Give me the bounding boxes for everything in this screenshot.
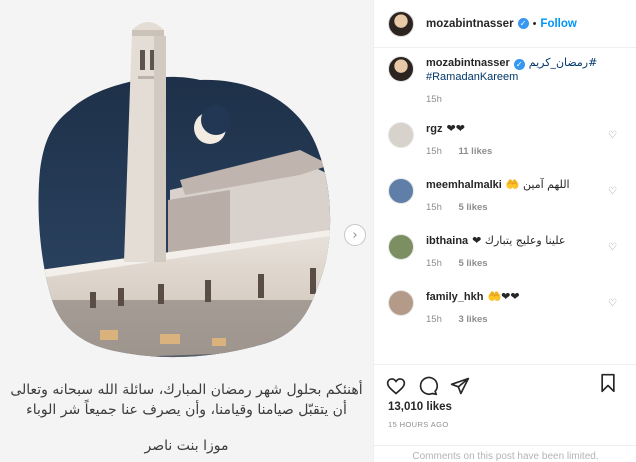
caption-arabic-hashtag[interactable]: #رمضان_كريم (529, 56, 598, 69)
author-username[interactable]: mozabintnasser (426, 18, 514, 30)
verified-badge-icon: ✓ (517, 18, 529, 29)
comment-text: mozabintnasser ✓ #رمضان_كريم #RamadanKaree… (426, 56, 616, 84)
comment-body: meemhalmalki اللهم آمين 🤲 15h 5 likes (426, 178, 616, 234)
comment-username[interactable]: rgz (426, 123, 443, 135)
comment-body: mozabintnasser ✓ #رمضان_كريم #RamadanKaree… (426, 56, 616, 122)
comment-content: علينا وعليج يتبارك ❤ (472, 234, 566, 247)
comment-body: family_hkh ❤❤🤲 15h 3 likes (426, 290, 616, 346)
image-caption: أهنئكم بحلول شهر رمضان المبارك، سائلة ال… (0, 380, 373, 420)
header-separator: • (532, 17, 537, 30)
comments-list: mozabintnasser ✓ #رمضان_كريم #RamadanKaree… (374, 56, 636, 346)
comment-text: rgz ❤❤ (426, 122, 616, 136)
comment-bubble-icon[interactable] (418, 376, 438, 396)
comment-content: ❤❤ (446, 122, 465, 135)
comment-meta: 15h 11 likes (426, 146, 616, 157)
follow-button[interactable]: Follow (540, 18, 576, 30)
share-send-icon[interactable] (450, 376, 470, 396)
comment-time[interactable]: 15h (426, 146, 442, 157)
author-avatar[interactable] (388, 56, 414, 82)
commenter-avatar[interactable] (388, 178, 414, 204)
post-date[interactable]: 15 HOURS AGO (374, 420, 636, 429)
comment-likes[interactable]: 11 likes (459, 146, 493, 157)
comment-content: ❤❤🤲 (487, 290, 520, 303)
comment-row: family_hkh ❤❤🤲 15h 3 likes ♡ (374, 290, 636, 346)
comment-like-heart-icon[interactable]: ♡ (608, 186, 617, 197)
comment-meta: 15h 5 likes (426, 258, 616, 269)
like-heart-icon[interactable] (386, 376, 406, 396)
comments-limited-notice: Comments on this post have been limited. (374, 445, 636, 462)
comment-username[interactable]: meemhalmalki (426, 179, 502, 191)
action-icons (374, 365, 636, 399)
commenter-avatar[interactable] (388, 122, 414, 148)
comment-row: meemhalmalki اللهم آمين 🤲 15h 5 likes ♡ (374, 178, 636, 234)
comment-body: rgz ❤❤ 15h 11 likes (426, 122, 616, 178)
author-avatar[interactable] (388, 10, 414, 37)
comment-time[interactable]: 15h (426, 202, 442, 213)
post-panel: mozabintnasser ✓ • Follow mozabintnasser… (373, 0, 636, 462)
next-media-button[interactable]: › (344, 224, 366, 246)
mosque-image (38, 22, 331, 358)
caption-comment: mozabintnasser ✓ #رمضان_كريم #RamadanKaree… (374, 56, 636, 122)
post-header: mozabintnasser ✓ • Follow (374, 0, 636, 48)
comment-like-heart-icon[interactable]: ♡ (608, 242, 617, 253)
comment-username[interactable]: family_hkh (426, 291, 483, 303)
image-signature: موزا بنت ناصر (144, 438, 229, 454)
comment-username[interactable]: ibthaina (426, 235, 468, 247)
comment-body: ibthaina علينا وعليج يتبارك ❤ 15h 5 likes (426, 234, 616, 290)
minaret (124, 22, 166, 262)
bookmark-save-icon[interactable] (599, 373, 617, 393)
like-count[interactable]: 13,010 likes (374, 401, 636, 413)
caption-line-1: أهنئكم بحلول شهر رمضان المبارك، سائلة ال… (10, 382, 363, 398)
verified-badge-icon: ✓ (513, 59, 525, 70)
comment-content: اللهم آمين 🤲 (505, 178, 570, 191)
commenter-avatar[interactable] (388, 290, 414, 316)
comment-time[interactable]: 15h (426, 258, 442, 269)
comment-like-heart-icon[interactable]: ♡ (608, 130, 617, 141)
comment-username[interactable]: mozabintnasser (426, 57, 510, 69)
comment-text: family_hkh ❤❤🤲 (426, 290, 616, 304)
comment-meta: 15h 5 likes (426, 202, 616, 213)
commenter-avatar[interactable] (388, 234, 414, 260)
comment-meta: 15h (426, 94, 616, 105)
comment-text: ibthaina علينا وعليج يتبارك ❤ (426, 234, 616, 248)
comment-meta: 15h 3 likes (426, 314, 616, 325)
comment-likes[interactable]: 5 likes (459, 258, 488, 269)
comment-likes[interactable]: 3 likes (459, 314, 488, 325)
comment-row: ibthaina علينا وعليج يتبارك ❤ 15h 5 likes… (374, 234, 636, 290)
comment-row: rgz ❤❤ 15h 11 likes ♡ (374, 122, 636, 178)
post-media[interactable]: › أهنئكم بحلول شهر رمضان المبارك، سائلة … (0, 0, 373, 462)
post-actions: 13,010 likes 15 HOURS AGO Comments on th… (374, 364, 636, 462)
comment-time[interactable]: 15h (426, 94, 442, 105)
caption-line-2: أن يتقبّل صيامنا وقيامنا، وأن يصرف عنا ج… (26, 402, 347, 418)
comment-like-heart-icon[interactable]: ♡ (608, 298, 617, 309)
comment-text: meemhalmalki اللهم آمين 🤲 (426, 178, 616, 192)
comment-time[interactable]: 15h (426, 314, 442, 325)
caption-hashtag[interactable]: #RamadanKareem (426, 70, 616, 84)
comment-likes[interactable]: 5 likes (459, 202, 488, 213)
